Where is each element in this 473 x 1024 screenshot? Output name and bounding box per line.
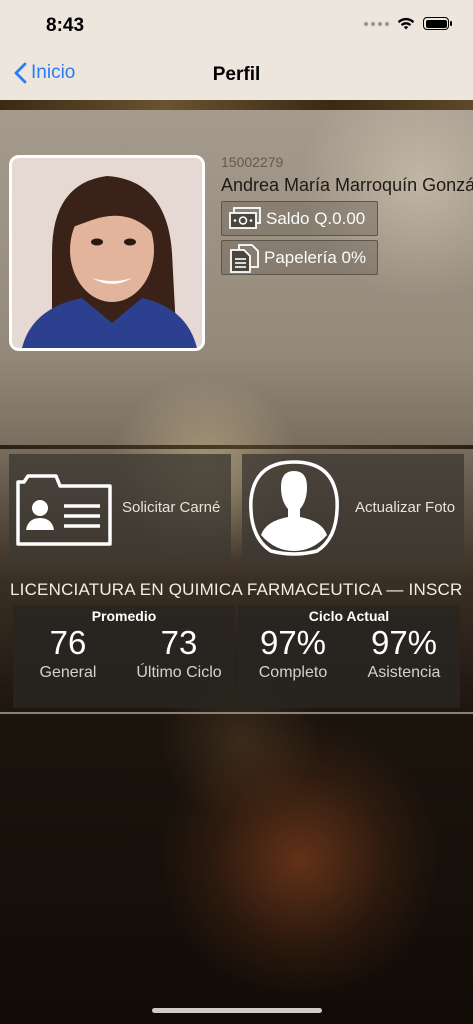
solicitar-carne-label: Solicitar Carné — [122, 499, 221, 516]
career-title: LICENCIATURA EN QUIMICA FARMACEUTICA — I… — [10, 580, 463, 599]
general-value: 76 — [49, 624, 87, 661]
status-time: 8:43 — [46, 15, 85, 36]
home-indicator[interactable] — [152, 1008, 322, 1013]
section-divider-bottom — [0, 712, 473, 714]
promedio-header: Promedio — [91, 608, 157, 624]
actualizar-foto-label: Actualizar Foto — [355, 499, 456, 516]
id-card-icon — [16, 474, 112, 546]
solicitar-carne-button[interactable]: Solicitar Carné — [9, 454, 231, 562]
profile-photo[interactable] — [9, 155, 205, 351]
section-divider — [0, 445, 473, 449]
promedio-panel: Promedio 76 General 73 Último Ciclo — [13, 605, 235, 708]
completo-value: 97% — [259, 624, 327, 661]
avatar — [12, 158, 202, 348]
wifi-icon — [397, 17, 415, 30]
student-id: 15002279 — [221, 154, 284, 170]
papeleria-label: Papelería 0% — [264, 247, 367, 267]
battery-icon — [423, 17, 452, 30]
page-title: Perfil — [212, 64, 261, 85]
navigation-bar: Inicio Perfil — [0, 50, 473, 102]
signal-icon — [364, 21, 389, 26]
actualizar-foto-button[interactable]: Actualizar Foto — [242, 454, 464, 562]
student-name: Andrea María Marroquín Gonzál — [221, 175, 473, 195]
asistencia-label: Asistencia — [367, 664, 441, 681]
person-icon — [249, 460, 339, 556]
saldo-badge[interactable]: Saldo Q.0.00 — [221, 201, 378, 236]
ciclo-header: Ciclo Actual — [308, 608, 390, 624]
completo-label: Completo — [258, 664, 328, 681]
document-icon — [230, 243, 259, 273]
nav-divider — [0, 100, 473, 110]
saldo-label: Saldo Q.0.00 — [266, 208, 366, 228]
ultimo-ciclo-value: 73 — [160, 624, 198, 661]
papeleria-badge[interactable]: Papelería 0% — [221, 240, 378, 275]
money-icon — [229, 206, 261, 229]
status-icons — [364, 17, 452, 30]
asistencia-value: 97% — [370, 624, 438, 661]
status-bar: 8:43 — [0, 0, 473, 50]
ciclo-actual-panel: Ciclo Actual 97% Completo 97% Asistencia — [238, 605, 460, 708]
ultimo-ciclo-label: Último Ciclo — [136, 664, 222, 681]
general-label: General — [39, 664, 97, 681]
